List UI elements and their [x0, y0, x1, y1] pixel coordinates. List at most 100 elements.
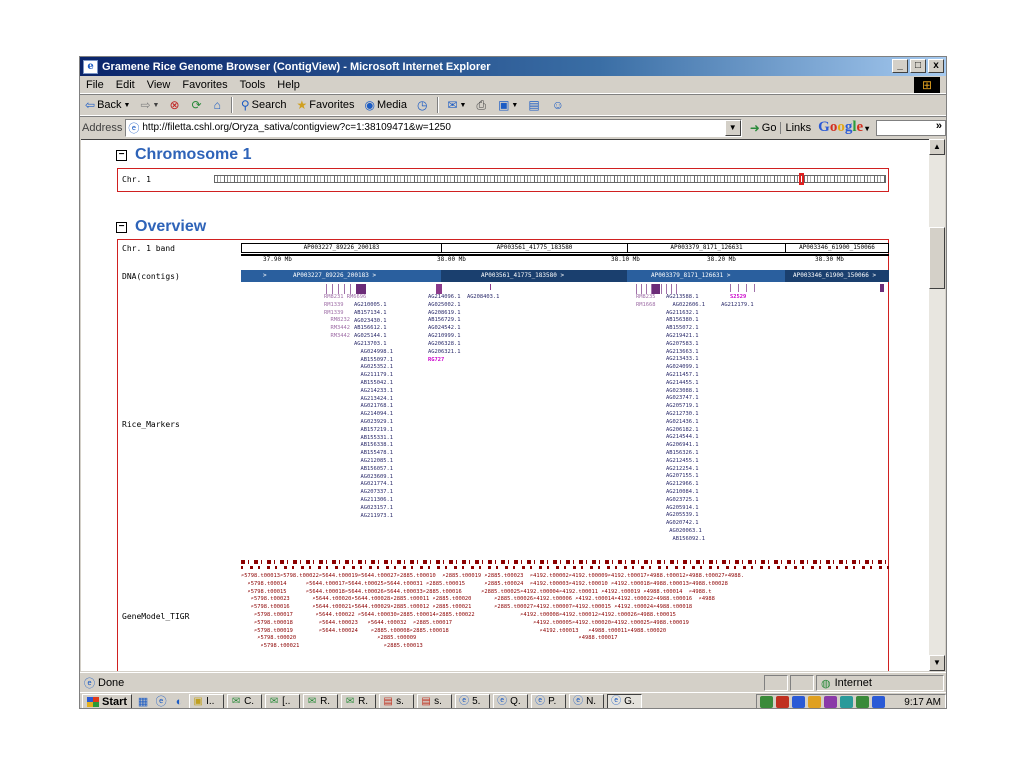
- edit-button[interactable]: ▣ ▼: [493, 98, 523, 112]
- task-button[interactable]: ✉ [..: [265, 693, 301, 708]
- globe-icon: ◍: [821, 677, 831, 690]
- show-desktop-icon[interactable]: ▦: [136, 695, 150, 709]
- address-url: http://filetta.cshl.org/Oryza_sativa/con…: [142, 122, 451, 133]
- contig-3[interactable]: AP003379_8171_126631 >: [651, 272, 730, 279]
- task-button[interactable]: ⓔ 5.: [455, 693, 491, 708]
- minimize-button[interactable]: _: [892, 59, 908, 73]
- tray-icon[interactable]: [856, 696, 869, 708]
- contig-arrow[interactable]: >: [263, 272, 267, 279]
- maximize-button[interactable]: □: [910, 59, 926, 73]
- task-button[interactable]: ⓔ N.: [569, 693, 605, 708]
- scroll-up-icon[interactable]: ▲: [929, 139, 945, 155]
- close-button[interactable]: x: [928, 59, 944, 73]
- band-3[interactable]: AP003379_8171_126631: [628, 244, 786, 252]
- tray-icon[interactable]: [760, 696, 773, 708]
- dna-row-label: DNA(contigs): [122, 272, 180, 281]
- back-button[interactable]: ⇦ Back ▼: [80, 98, 135, 112]
- contig-track: > AP003227_89226_200183 > AP003561_41775…: [241, 270, 889, 282]
- band-2[interactable]: AP003561_41775_183580: [442, 244, 628, 252]
- messenger-button[interactable]: ☺: [547, 98, 571, 112]
- tray-icon[interactable]: [872, 696, 885, 708]
- windows-flag-icon: [87, 696, 99, 707]
- history-icon: ◷: [416, 98, 428, 112]
- collapse-toggle-icon[interactable]: −: [116, 149, 127, 161]
- menu-tools[interactable]: Tools: [234, 79, 272, 91]
- refresh-button[interactable]: ⟳: [187, 98, 209, 112]
- menu-file[interactable]: File: [80, 79, 110, 91]
- task-button[interactable]: ✉ R.: [303, 693, 339, 708]
- scroll-thumb[interactable]: [929, 227, 945, 289]
- scale-tick-label: 38.20 Mb: [707, 256, 736, 263]
- clock: 9:17 AM: [904, 697, 941, 708]
- marker-glyphs: [490, 284, 491, 290]
- menu-view[interactable]: View: [141, 79, 177, 91]
- page-content: − Chromosome 1 Chr. 1 − Overview Chr. 1 …: [81, 139, 929, 671]
- menu-help[interactable]: Help: [271, 79, 306, 91]
- title-bar: e Gramene Rice Genome Browser (ContigVie…: [80, 57, 946, 76]
- browser-window: e Gramene Rice Genome Browser (ContigVie…: [79, 56, 947, 709]
- task-button[interactable]: ▤ s.: [379, 693, 415, 708]
- mail-icon: ✉: [269, 696, 279, 707]
- vertical-scrollbar[interactable]: ▲ ▼: [929, 139, 945, 671]
- band-4[interactable]: AP003346_61900_150066: [786, 244, 888, 252]
- chromosome-selection-marker: [798, 173, 804, 185]
- marker-labels-1: AG210005.1 AB157134.1 AG023430.1 AB15661…: [354, 302, 393, 519]
- print-button[interactable]: ⎙: [471, 98, 493, 113]
- windows-logo-icon: ⊞: [914, 77, 940, 93]
- go-button[interactable]: ➜ Go: [746, 121, 781, 135]
- contig-2[interactable]: AP003561_41775_183580 >: [481, 272, 564, 279]
- contig-4[interactable]: AP003346_61900_150066 >: [793, 272, 876, 279]
- address-label: Address: [82, 121, 123, 134]
- task-button[interactable]: ▤ s.: [417, 693, 453, 708]
- menu-favorites[interactable]: Favorites: [176, 79, 233, 91]
- stop-button[interactable]: ⊗: [164, 98, 186, 112]
- collapse-toggle-icon[interactable]: −: [116, 221, 127, 233]
- mail-button[interactable]: ✉ ▼: [442, 98, 471, 112]
- media-button[interactable]: ◉ Media: [360, 98, 412, 112]
- mail-icon: ✉: [307, 696, 317, 707]
- refresh-icon: ⟳: [191, 98, 202, 112]
- start-button[interactable]: Start: [82, 693, 133, 708]
- band-1[interactable]: AP003227_89226_200183: [242, 244, 442, 252]
- ie-quicklaunch-icon[interactable]: ⓔ: [154, 695, 168, 709]
- task-button[interactable]: ⓔ Q.: [493, 693, 529, 708]
- marker-glyphs: [730, 284, 760, 292]
- marker-highlight-rg727[interactable]: RG727: [428, 357, 444, 365]
- back-arrow-icon: ⇦: [85, 98, 96, 112]
- history-button[interactable]: ◷: [412, 98, 434, 112]
- status-bar: ⓔ Done ◍ Internet: [80, 672, 946, 692]
- task-button[interactable]: ✉ R.: [341, 693, 377, 708]
- favorites-button[interactable]: ★ Favorites: [292, 98, 360, 112]
- links-button[interactable]: Links: [780, 121, 815, 134]
- address-dropdown-icon[interactable]: ▼: [724, 119, 741, 136]
- tray-icon[interactable]: [808, 696, 821, 708]
- discuss-button[interactable]: ▤: [523, 98, 546, 112]
- marker-highlight-s2529[interactable]: S2529: [730, 294, 746, 302]
- window-title: Gramene Rice Genome Browser (ContigView)…: [102, 60, 491, 73]
- contig-1[interactable]: AP003227_89226_200183 >: [293, 272, 376, 279]
- forward-button[interactable]: ⇨ ▼: [135, 98, 164, 112]
- task-button-active[interactable]: ⓔ G.: [607, 693, 643, 708]
- chromosome-ideogram[interactable]: [214, 175, 886, 183]
- task-button[interactable]: ▣ I..: [189, 693, 225, 708]
- edit-icon: ▣: [498, 98, 510, 112]
- outlook-quicklaunch-icon[interactable]: ◐: [172, 695, 186, 709]
- google-toolbar-logo[interactable]: Google ▾: [815, 119, 872, 136]
- address-input[interactable]: ⓔ http://filetta.cshl.org/Oryza_sativa/c…: [125, 118, 742, 137]
- forward-arrow-icon: ⇨: [140, 98, 151, 112]
- scroll-down-icon[interactable]: ▼: [929, 655, 945, 671]
- tray-icon[interactable]: [824, 696, 837, 708]
- search-button[interactable]: ⚲ Search: [236, 98, 292, 112]
- marker-glyphs: [436, 284, 442, 294]
- overview-header: − Overview: [116, 218, 206, 236]
- task-button[interactable]: ✉ C.: [227, 693, 263, 708]
- home-button[interactable]: ⌂: [209, 98, 228, 112]
- tray-icon[interactable]: [840, 696, 853, 708]
- toolbar-overflow-icon[interactable]: »: [936, 120, 942, 132]
- print-icon: ⎙: [476, 97, 487, 112]
- menu-edit[interactable]: Edit: [110, 79, 141, 91]
- tray-icon[interactable]: [792, 696, 805, 708]
- task-button[interactable]: ⓔ P.: [531, 693, 567, 708]
- marker-labels-2: AG214096.1 AG208403.1 AG025002.1 AG20861…: [428, 294, 500, 355]
- tray-icon[interactable]: [776, 696, 789, 708]
